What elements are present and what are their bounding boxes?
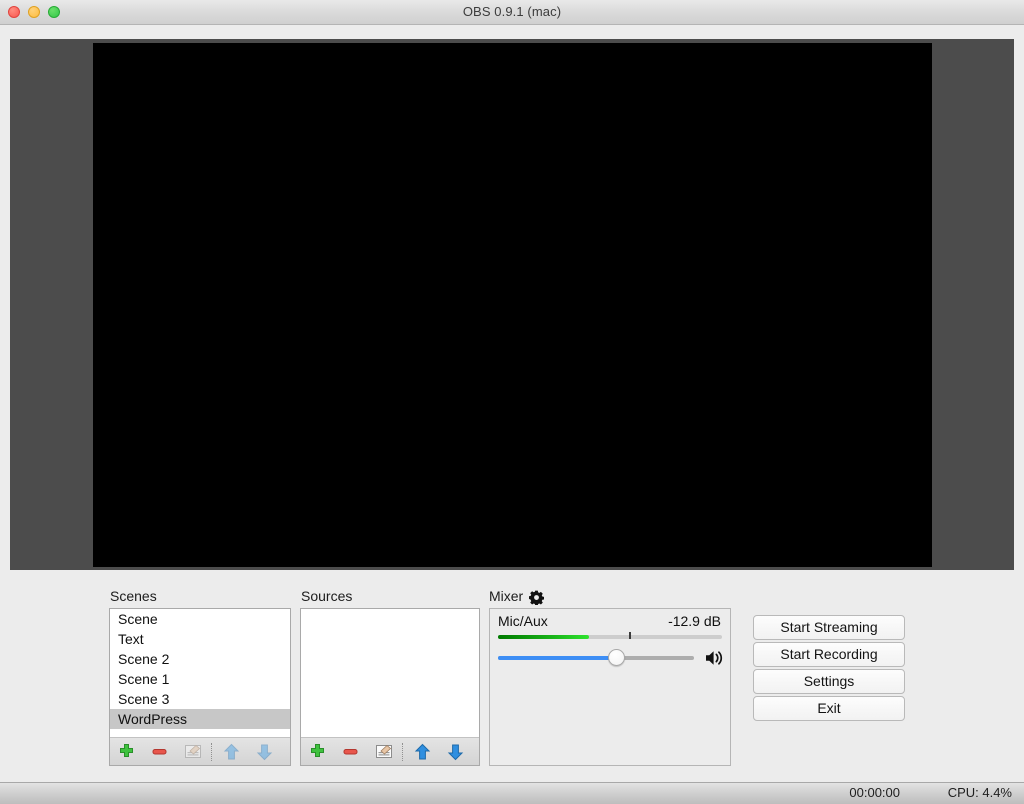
sources-list[interactable] [301,609,479,736]
sources-list-panel[interactable] [300,608,480,766]
exit-button[interactable]: Exit [753,696,905,721]
mixer-panel-header: Mixer [489,588,545,606]
properties-icon [184,744,201,758]
scenes-panel-label: Scenes [110,588,157,604]
scenes-list[interactable]: Scene Text Scene 2 Scene 1 Scene 3 WordP… [110,609,290,736]
sources-panel-label: Sources [301,588,353,604]
add-source-button[interactable] [301,739,334,765]
toolbar-separator [402,742,404,761]
move-scene-down-button[interactable] [248,739,281,765]
status-timer: 00:00:00 [849,785,900,800]
list-item[interactable]: WordPress [110,709,290,729]
add-icon [311,744,324,757]
mixer-panel: Mic/Aux -12.9 dB [489,608,731,766]
add-scene-button[interactable] [110,739,143,765]
list-item[interactable]: Text [110,629,290,649]
obs-main-window: OBS 0.9.1 (mac) Scenes Scene Text Scene … [0,0,1024,804]
source-properties-button[interactable] [367,739,400,765]
settings-button[interactable]: Settings [753,669,905,694]
status-bar: 00:00:00 CPU: 4.4% [0,782,1024,804]
status-cpu: CPU: 4.4% [947,785,1012,800]
sources-toolbar [301,737,479,765]
speaker-icon-glyph [706,651,723,665]
mixer-panel-label: Mixer [489,588,524,604]
start-recording-button[interactable]: Start Recording [753,642,905,667]
volume-meter-track [498,635,722,639]
mixer-channel-name: Mic/Aux [498,613,548,629]
properties-icon [375,744,392,758]
volume-slider-fill [498,656,615,660]
remove-source-button[interactable] [334,739,367,765]
list-item[interactable]: Scene [110,609,290,629]
scene-properties-button[interactable] [176,739,209,765]
move-down-icon [256,744,273,760]
list-item[interactable]: Scene 2 [110,649,290,669]
remove-icon [343,749,358,755]
speaker-icon[interactable] [704,648,726,668]
scenes-toolbar [110,737,290,765]
mixer-level-readout: -12.9 dB [668,613,721,629]
gear-icon-glyph [529,590,545,606]
move-up-icon [223,743,240,759]
controls-panel: Start Streaming Start Recording Settings… [753,615,905,723]
list-item[interactable]: Scene 1 [110,669,290,689]
list-item[interactable]: Scene 3 [110,689,290,709]
add-icon [120,744,133,757]
remove-icon [152,749,167,755]
window-titlebar: OBS 0.9.1 (mac) [0,0,1024,25]
toolbar-separator [211,742,213,761]
scenes-list-panel[interactable]: Scene Text Scene 2 Scene 1 Scene 3 WordP… [109,608,291,766]
move-source-down-button[interactable] [439,739,472,765]
start-streaming-button[interactable]: Start Streaming [753,615,905,640]
remove-scene-button[interactable] [143,739,176,765]
move-scene-up-button[interactable] [215,739,248,765]
move-down-icon [447,744,464,760]
volume-slider-knob[interactable] [608,649,625,666]
move-source-up-button[interactable] [406,739,439,765]
volume-meter-tick [629,632,631,639]
volume-meter-fill [498,635,589,639]
preview-canvas[interactable] [93,43,932,567]
volume-slider-track[interactable] [498,656,694,660]
preview-area[interactable] [10,39,1014,570]
volume-slider-row[interactable] [498,646,724,670]
move-up-icon [414,743,431,759]
window-title: OBS 0.9.1 (mac) [462,4,562,19]
gear-icon[interactable] [529,590,545,606]
